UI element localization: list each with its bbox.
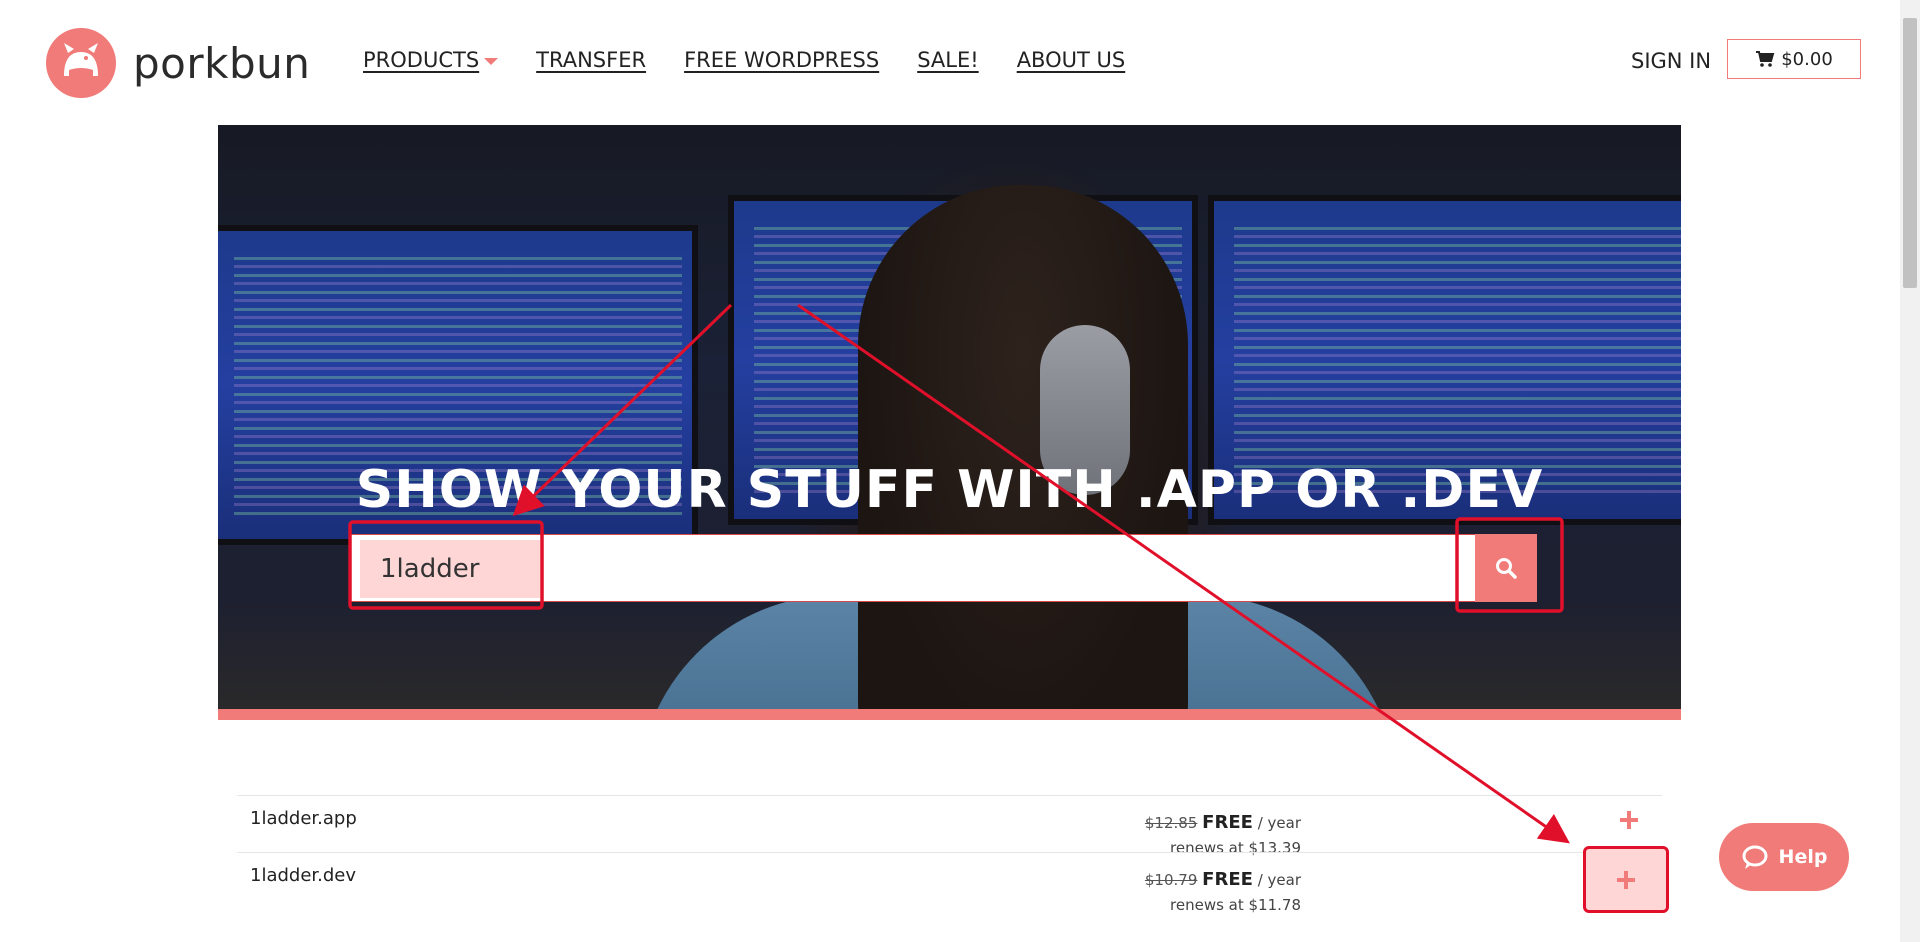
- old-price: $10.79: [1144, 871, 1198, 889]
- search-button[interactable]: [1475, 534, 1537, 602]
- help-label: Help: [1778, 846, 1828, 868]
- add-to-cart-plus-icon[interactable]: [1617, 808, 1641, 832]
- scrollbar-thumb[interactable]: [1903, 18, 1917, 288]
- sign-in-link[interactable]: SIGN IN: [1631, 49, 1711, 73]
- search-icon: [1496, 558, 1517, 579]
- domain-results: 1ladder.app $12.85 FREE / year renews at…: [237, 795, 1662, 914]
- hero-title: SHOW YOUR STUFF WITH .APP OR .DEV: [355, 460, 1544, 520]
- help-button[interactable]: Help: [1719, 823, 1849, 891]
- main-nav: PRODUCTS TRANSFER FREE WORDPRESS SALE! A…: [363, 48, 1163, 72]
- nav-transfer[interactable]: TRANSFER: [536, 48, 646, 72]
- cart-icon: [1756, 51, 1775, 67]
- result-domain: 1ladder.dev: [250, 865, 357, 886]
- hero-banner: SHOW YOUR STUFF WITH .APP OR .DEV: [218, 125, 1681, 720]
- result-domain: 1ladder.app: [250, 808, 357, 829]
- domain-search-bar: [350, 534, 1537, 602]
- renewal-price: renews at $11.78: [1170, 896, 1301, 914]
- cart-button[interactable]: $0.00: [1727, 39, 1861, 79]
- pig-icon: [46, 28, 116, 98]
- nav-products[interactable]: PRODUCTS: [363, 48, 499, 72]
- current-price: FREE: [1202, 869, 1253, 890]
- price-period: / year: [1257, 814, 1301, 832]
- person-head: [858, 185, 1188, 720]
- nav-free-wordpress[interactable]: FREE WORDPRESS: [684, 48, 879, 72]
- price-period: / year: [1257, 871, 1301, 889]
- old-price: $12.85: [1144, 814, 1198, 832]
- nav-about-us[interactable]: ABOUT US: [1017, 48, 1126, 72]
- nav-sale[interactable]: SALE!: [917, 48, 978, 72]
- cart-total: $0.00: [1781, 48, 1833, 70]
- chat-icon: [1742, 845, 1768, 869]
- current-price: FREE: [1202, 812, 1253, 833]
- plus-icon: [1617, 870, 1635, 889]
- result-price: $10.79 FREE / year renews at $11.78: [1145, 867, 1301, 918]
- result-row: 1ladder.dev $10.79 FREE / year renews at…: [237, 852, 1662, 914]
- add-to-cart-button-highlighted[interactable]: [1583, 846, 1669, 913]
- page-scrollbar[interactable]: [1900, 0, 1920, 942]
- result-row: 1ladder.app $12.85 FREE / year renews at…: [237, 795, 1662, 857]
- nav-products-label: PRODUCTS: [363, 48, 480, 72]
- domain-search-input[interactable]: [360, 540, 540, 598]
- logo[interactable]: porkbun: [46, 28, 310, 98]
- brand-name: porkbun: [133, 38, 311, 88]
- site-header: porkbun PRODUCTS TRANSFER FREE WORDPRESS…: [0, 0, 1900, 120]
- caret-down-icon: [484, 58, 499, 65]
- hero-accent-stripe: [218, 709, 1681, 720]
